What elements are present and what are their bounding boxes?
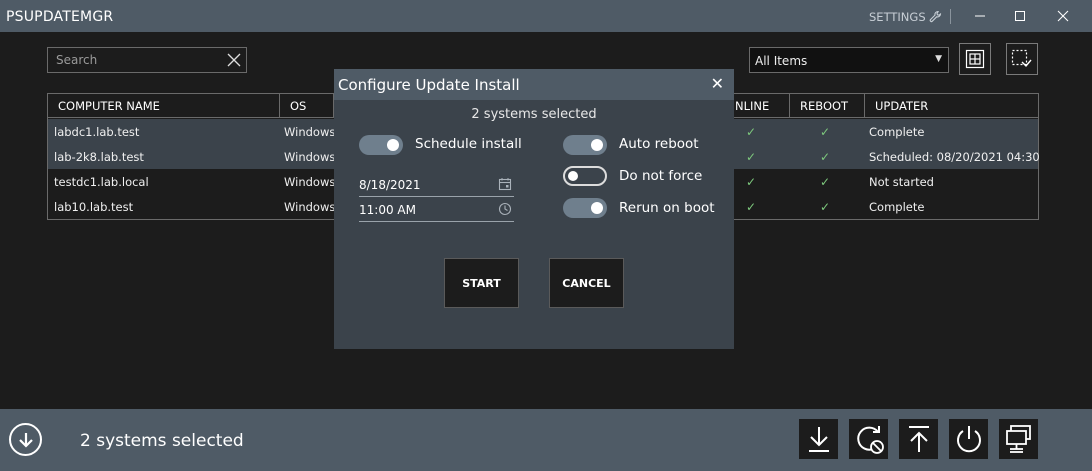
wrench-icon: [929, 10, 941, 23]
dialog-title: Configure Update Install: [338, 76, 520, 94]
download-icon: [808, 427, 829, 452]
column-header-updater[interactable]: UPDATER: [865, 94, 1038, 117]
date-picker[interactable]: 8/18/2021: [359, 175, 514, 197]
online-check-icon: ✓: [746, 125, 757, 139]
search-box: [47, 47, 247, 73]
reboot-check-icon: ✓: [820, 175, 831, 189]
time-picker[interactable]: 11:00 AM: [359, 200, 514, 222]
reboot-check-icon: ✓: [820, 125, 831, 139]
reboot-check-icon: ✓: [820, 150, 831, 164]
minimize-button[interactable]: [970, 6, 990, 26]
close-window-button[interactable]: [1053, 6, 1073, 26]
dialog-header: Configure Update Install ✕: [334, 69, 734, 100]
network-icon: [1005, 425, 1031, 453]
download-updates-button[interactable]: [799, 419, 838, 459]
do-not-force-label: Do not force: [619, 168, 703, 184]
configure-update-dialog: Configure Update Install ✕ 2 systems sel…: [334, 69, 734, 349]
app-title: PSUPDATEMGR: [6, 9, 114, 25]
schedule-install-label: Schedule install: [415, 136, 522, 152]
auto-reboot-label: Auto reboot: [619, 136, 699, 152]
cancel-button[interactable]: CANCEL: [549, 258, 624, 308]
computer-name-cell: testdc1.lab.local: [54, 175, 149, 189]
filter-value: All Items: [755, 54, 808, 68]
power-button[interactable]: [949, 419, 988, 459]
os-cell: Windows: [284, 150, 336, 164]
minimize-icon: [975, 15, 985, 17]
maximize-icon: [1015, 11, 1025, 21]
dialog-subtitle: 2 systems selected: [471, 107, 597, 122]
column-header-computer-name[interactable]: COMPUTER NAME: [48, 94, 280, 117]
online-check-icon: ✓: [746, 200, 757, 214]
maximize-button[interactable]: [1010, 6, 1030, 26]
power-icon: [956, 426, 981, 453]
status-footer: 2 systems selected: [0, 409, 1092, 471]
column-header-reboot[interactable]: REBOOT: [790, 94, 865, 117]
collapse-button[interactable]: [9, 423, 42, 456]
calendar-icon[interactable]: [498, 177, 512, 191]
select-all-button[interactable]: [959, 43, 991, 75]
do-not-force-toggle[interactable]: [563, 166, 607, 186]
chevron-down-icon: ▼: [935, 54, 942, 64]
select-grid-icon: [965, 49, 985, 69]
updater-cell: Complete: [869, 200, 925, 214]
schedule-install-toggle[interactable]: [359, 135, 403, 155]
computer-name-cell: lab-2k8.lab.test: [54, 150, 144, 164]
rerun-on-boot-toggle[interactable]: [563, 198, 607, 218]
title-separator: [950, 9, 951, 24]
reboot-check-icon: [856, 426, 884, 454]
online-check-icon: ✓: [746, 150, 757, 164]
computer-name-cell: lab10.lab.test: [54, 200, 134, 214]
clock-icon[interactable]: [498, 202, 512, 216]
settings-button[interactable]: SETTINGS: [869, 10, 943, 24]
dialog-close-icon[interactable]: ✕: [711, 74, 724, 93]
date-value: 8/18/2021: [359, 178, 421, 192]
deselect-icon: [1011, 49, 1032, 68]
reboot-check-button[interactable]: [849, 419, 888, 459]
title-bar: PSUPDATEMGR SETTINGS: [0, 0, 1092, 32]
arrow-down-icon: [18, 432, 33, 448]
os-cell: Windows: [284, 200, 336, 214]
updater-cell: Complete: [869, 125, 925, 139]
install-updates-button[interactable]: [899, 419, 938, 459]
settings-label: SETTINGS: [869, 10, 926, 24]
start-button[interactable]: START: [444, 258, 519, 308]
time-value: 11:00 AM: [359, 203, 416, 217]
selection-status: 2 systems selected: [80, 431, 244, 451]
updater-cell: Not started: [869, 175, 934, 189]
clear-search-icon[interactable]: [226, 52, 242, 68]
close-icon: [1057, 10, 1069, 22]
reboot-check-icon: ✓: [820, 200, 831, 214]
clear-selection-button[interactable]: [1006, 43, 1038, 75]
filter-dropdown[interactable]: All Items ▼: [749, 47, 949, 73]
upload-icon: [908, 426, 929, 452]
os-cell: Windows: [284, 125, 336, 139]
rerun-on-boot-label: Rerun on boot: [619, 200, 715, 216]
auto-reboot-toggle[interactable]: [563, 135, 607, 155]
search-input[interactable]: [48, 48, 218, 72]
column-header-os[interactable]: OS: [280, 94, 334, 117]
remote-connect-button[interactable]: [999, 419, 1038, 459]
os-cell: Windows: [284, 175, 336, 189]
updater-cell: Scheduled: 08/20/2021 04:30: [869, 150, 1040, 164]
online-check-icon: ✓: [746, 175, 757, 189]
computer-name-cell: labdc1.lab.test: [54, 125, 140, 139]
